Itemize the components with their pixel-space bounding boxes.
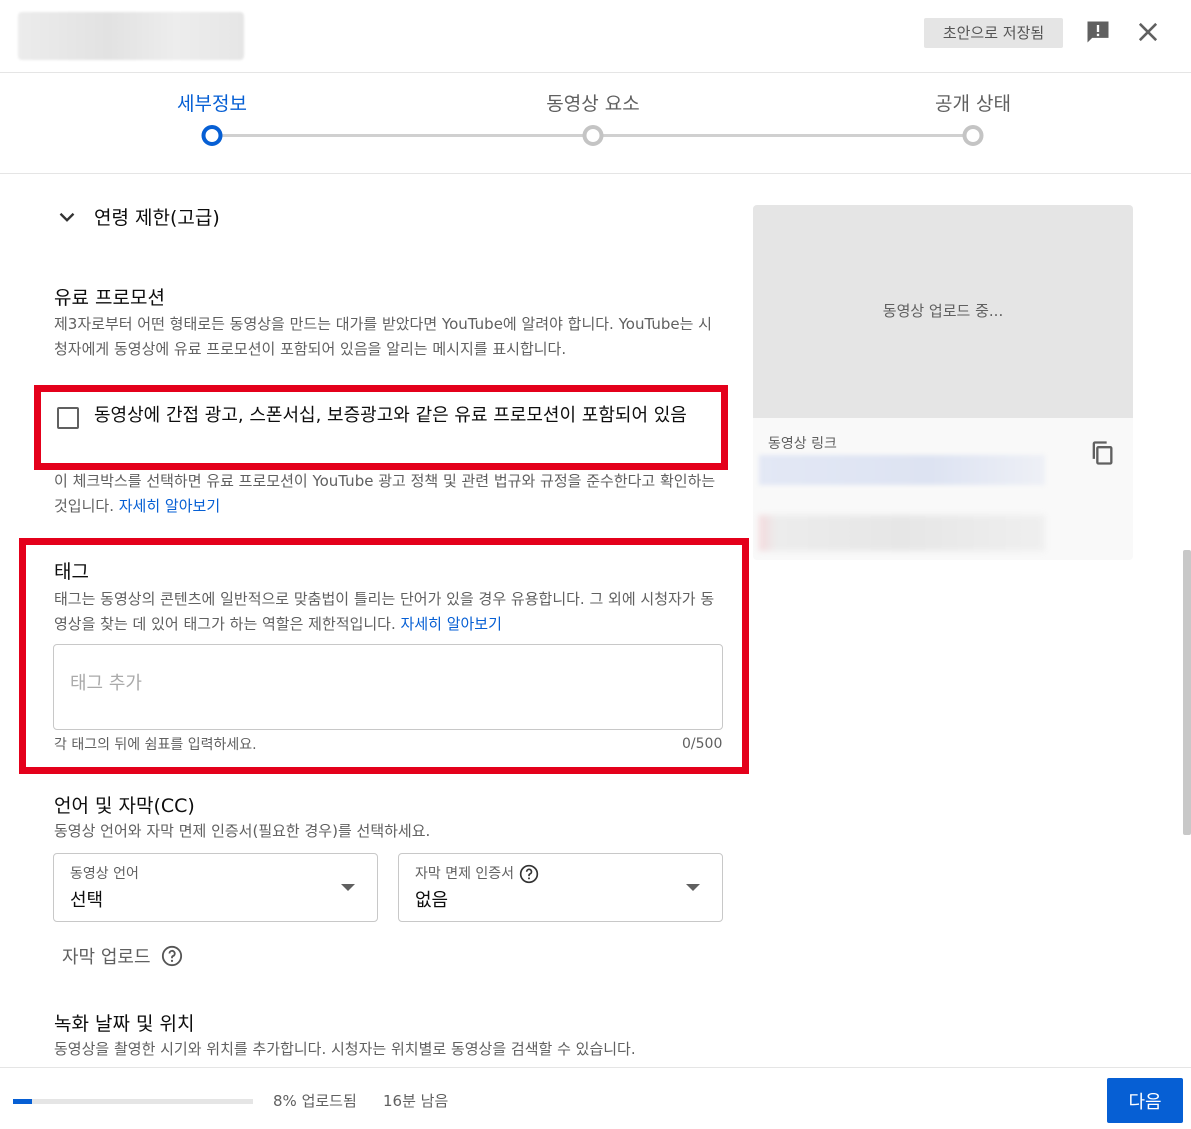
recording-title: 녹화 날짜 및 위치 <box>54 1013 195 1035</box>
tags-title: 태그 <box>54 561 89 583</box>
upload-time-left: 16분 남음 <box>383 1092 449 1110</box>
dialog-header: 초안으로 저장됨 <box>0 0 1191 73</box>
age-restriction-label: 연령 제한(고급) <box>94 207 220 229</box>
paid-promotion-title: 유료 프로모션 <box>54 287 165 309</box>
paid-promotion-note: 이 체크박스를 선택하면 유료 프로모션이 YouTube 광고 정책 및 관련… <box>54 469 724 519</box>
video-language-select[interactable]: 동영상 언어 선택 <box>53 853 378 922</box>
video-language-value: 선택 <box>70 890 104 911</box>
caption-certification-select[interactable]: 자막 면제 인증서 없음 <box>398 853 723 922</box>
step-video-elements[interactable]: 동영상 요소 <box>546 89 639 116</box>
dropdown-arrow-icon <box>686 884 700 891</box>
video-link-redacted[interactable] <box>759 455 1045 485</box>
upload-progress-text: 8% 업로드됨 <box>273 1092 357 1110</box>
tags-counter: 0/500 <box>682 736 723 752</box>
feedback-icon[interactable] <box>1084 18 1112 46</box>
video-language-label: 동영상 언어 <box>70 866 139 882</box>
caption-certification-label: 자막 면제 인증서 <box>415 866 515 882</box>
video-link-label: 동영상 링크 <box>768 436 837 452</box>
chevron-down-icon <box>59 212 75 222</box>
upload-progress-bar <box>13 1099 253 1104</box>
next-button[interactable]: 다음 <box>1107 1078 1183 1123</box>
paid-promotion-checkbox-label[interactable]: 동영상에 간접 광고, 스폰서십, 보증광고와 같은 유료 프로모션이 포함되어… <box>94 400 714 431</box>
step-visibility[interactable]: 공개 상태 <box>935 89 1011 116</box>
upload-captions-label: 자막 업로드 <box>62 947 151 968</box>
age-restriction-toggle[interactable]: 연령 제한(고급) <box>54 203 220 230</box>
tags-description: 태그는 동영상의 콘텐츠에 일반적으로 맞춤법이 틀리는 단어가 있을 경우 유… <box>54 587 724 637</box>
video-preview-panel: 동영상 업로드 중... 동영상 링크 <box>753 205 1133 560</box>
paid-promotion-learn-more-link[interactable]: 자세히 알아보기 <box>119 497 220 515</box>
tag-input-box[interactable] <box>53 644 723 730</box>
upload-captions-button[interactable]: 자막 업로드 <box>62 943 183 969</box>
upload-status-text: 동영상 업로드 중... <box>882 302 1004 320</box>
dropdown-arrow-icon <box>341 884 355 891</box>
caption-certification-value: 없음 <box>415 890 449 911</box>
tags-learn-more-link[interactable]: 자세히 알아보기 <box>401 615 502 633</box>
copy-icon[interactable] <box>1088 439 1116 467</box>
step-video-elements-dot[interactable] <box>582 125 604 146</box>
language-description: 동영상 언어와 자막 면제 인증서(필요한 경우)를 선택하세요. <box>54 822 431 840</box>
tags-description-text: 태그는 동영상의 콘텐츠에 일반적으로 맞춤법이 틀리는 단어가 있을 경우 유… <box>54 590 715 633</box>
step-details-dot[interactable] <box>201 125 223 146</box>
scrollbar[interactable] <box>1183 550 1191 835</box>
video-preview: 동영상 업로드 중... <box>753 205 1133 418</box>
close-icon[interactable] <box>1134 18 1162 46</box>
step-visibility-dot[interactable] <box>962 125 984 146</box>
language-title: 언어 및 자막(CC) <box>54 795 195 817</box>
tags-hint: 각 태그의 뒤에 쉼표를 입력하세요. <box>54 737 257 753</box>
paid-promotion-checkbox[interactable] <box>57 407 79 429</box>
file-name-redacted <box>759 515 1045 551</box>
dialog-footer: 8% 업로드됨 16분 남음 다음 <box>0 1067 1191 1129</box>
video-title-redacted <box>18 12 244 60</box>
upload-stepper: 세부정보 동영상 요소 공개 상태 <box>0 74 1191 174</box>
caption-certification-label-row: 자막 면제 인증서 <box>415 863 539 884</box>
help-icon[interactable] <box>161 945 183 967</box>
tag-input[interactable] <box>70 673 690 694</box>
recording-description: 동영상을 촬영한 시기와 위치를 추가합니다. 시청자는 위치별로 동영상을 검… <box>54 1040 636 1058</box>
details-form: 연령 제한(고급) 유료 프로모션 제3자로부터 어떤 형태로든 동영상을 만드… <box>0 175 1191 1067</box>
draft-status-badge: 초안으로 저장됨 <box>924 18 1063 48</box>
step-details[interactable]: 세부정보 <box>177 89 247 116</box>
upload-progress-fill <box>13 1099 33 1104</box>
paid-promotion-description: 제3자로부터 어떤 형태로든 동영상을 만드는 대가를 받았다면 YouTube… <box>54 315 712 358</box>
help-icon[interactable] <box>519 864 539 884</box>
